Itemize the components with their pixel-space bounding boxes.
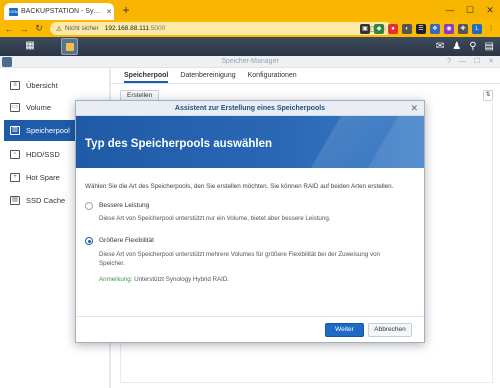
extension-icon[interactable]: ▣ [360, 23, 370, 34]
tab-data-scrubbing[interactable]: Datenbereinigung [180, 68, 235, 83]
tab-close-icon[interactable]: ✕ [104, 8, 114, 16]
radio-higher-flexibility[interactable] [85, 237, 93, 245]
extension-icon[interactable]: ◆ [374, 23, 384, 34]
extension-icon[interactable]: ● [388, 23, 398, 34]
minimize-icon[interactable]: — [459, 56, 466, 68]
cancel-button[interactable]: Abbrechen [368, 323, 412, 337]
storage-manager-glyph-icon [66, 43, 74, 51]
widgets-icon[interactable]: ▤ [485, 41, 494, 52]
sidebar-item-label: SSD Cache [26, 196, 66, 205]
option-better-performance-label[interactable]: Bessere Leistung [99, 202, 149, 209]
overview-icon: ≡ [10, 81, 20, 90]
reload-icon[interactable]: ↻ [33, 23, 45, 34]
insecure-label: Nicht sicher [64, 25, 99, 32]
minimize-button[interactable]: — [440, 0, 460, 20]
extension-icon[interactable]: ☰ [416, 23, 426, 34]
puzzle-icon[interactable]: ✚ [458, 23, 468, 34]
hdd-icon: ▫ [10, 150, 20, 159]
sidebar-item-label: Hot Spare [26, 173, 60, 182]
search-icon[interactable]: ⚲ [469, 41, 476, 52]
dsm-top-icons: ✉ ♟ ⚲ ▤ [436, 37, 494, 56]
menu-icon[interactable]: ⋮ [486, 24, 496, 34]
dsm-taskbar: ▦ ✉ ♟ ⚲ ▤ [0, 37, 500, 56]
maximize-button[interactable]: ☐ [460, 0, 480, 20]
note-text: Anmerkung: Unterstützt Synology Hybrid R… [99, 276, 229, 283]
sort-icon[interactable]: ⇅ [483, 90, 493, 101]
option-better-performance-desc: Diese Art von Speicherpool unterstützt n… [99, 215, 331, 222]
window-controls: — ☐ ✕ [440, 0, 500, 20]
tab-storage-pool[interactable]: Speicherpool [124, 68, 169, 83]
sidebar-item-label: Speicherpool [26, 126, 70, 135]
extension-icons: ▣ ◆ ● ◐ ☰ ❖ ◉ ✚ L ⋮ [360, 20, 496, 37]
url-port: :5000 [149, 25, 166, 32]
url-host: 192.168.88.111 [104, 25, 150, 32]
option-higher-flexibility-label[interactable]: Größere Flexibilität [99, 237, 154, 244]
sidebar-item-label: Übersicht [26, 81, 58, 90]
storage-manager-taskbar-icon[interactable] [61, 38, 78, 55]
sidebar-item-label: Volume [26, 103, 52, 112]
extension-icon[interactable]: ◉ [444, 23, 454, 34]
banner-decoration [264, 116, 424, 168]
window-titlebar: Speicher-Manager ? — ☐ ✕ [0, 56, 500, 68]
close-icon[interactable]: ✕ [410, 101, 418, 116]
dialog-description: Wählen Sie die Art des Speicherpools, de… [85, 183, 394, 190]
user-icon[interactable]: ♟ [452, 41, 461, 52]
dialog-banner: Typ des Speicherpools auswählen [76, 116, 424, 168]
notification-icon[interactable]: ✉ [436, 41, 444, 52]
tab-bar: Speicherpool Datenbereinigung Konfigurat… [111, 68, 500, 84]
forward-icon[interactable]: → [18, 24, 30, 34]
synology-favicon-icon: DSM [9, 7, 18, 16]
help-icon[interactable]: ? [447, 56, 451, 68]
extension-icon[interactable]: ❖ [430, 23, 440, 34]
radio-better-performance[interactable] [85, 202, 93, 210]
warning-icon[interactable]: ⚠ [56, 25, 62, 33]
browser-toolbar: ← → ↻ ⚠ Nicht sicher 192.168.88.111:5000… [0, 20, 500, 37]
next-button[interactable]: Weiter [325, 323, 364, 337]
dialog-title: Assistent zur Erstellung eines Speicherp… [174, 105, 326, 112]
sidebar-item-label: HDD/SSD [26, 150, 60, 159]
close-icon[interactable]: ✕ [488, 56, 494, 68]
app-window-controls: ? — ☐ ✕ [447, 56, 494, 68]
back-icon[interactable]: ← [3, 24, 15, 34]
browser-tab-title: BACKUPSTATION - Synology DiskStation [21, 8, 104, 15]
extension-icon[interactable]: ◐ [402, 23, 412, 34]
option-higher-flexibility-desc: Diese Art von Speicherpool unterstützt m… [99, 251, 380, 268]
close-window-button[interactable]: ✕ [480, 0, 500, 20]
address-bar[interactable]: ⚠ Nicht sicher 192.168.88.111:5000 ◳ ☆ [50, 22, 392, 35]
hot-spare-icon: + [10, 173, 20, 182]
note-label: Anmerkung: [99, 276, 133, 283]
sidebar-item-overview[interactable]: ≡ Übersicht [4, 75, 106, 96]
new-tab-button[interactable]: + [120, 3, 132, 17]
browser-tab[interactable]: DSM BACKUPSTATION - Synology DiskStation… [4, 3, 114, 20]
create-pool-wizard-dialog: Assistent zur Erstellung eines Speicherp… [75, 100, 425, 343]
ssd-cache-icon: ▤ [10, 196, 20, 205]
dialog-heading: Typ des Speicherpools auswählen [85, 138, 273, 150]
note-body: Unterstützt Synology Hybrid RAID. [132, 276, 230, 283]
browser-tabbar: DSM BACKUPSTATION - Synology DiskStation… [0, 0, 500, 20]
maximize-icon[interactable]: ☐ [474, 56, 480, 68]
dialog-titlebar: Assistent zur Erstellung eines Speicherp… [76, 101, 424, 116]
main-menu-icon[interactable]: ▦ [24, 40, 36, 52]
dialog-footer [76, 316, 424, 317]
volume-icon: ▭ [10, 103, 20, 112]
storage-pool-icon: ▥ [10, 126, 20, 135]
window-title: Speicher-Manager [221, 58, 279, 65]
profile-avatar[interactable]: L [472, 23, 482, 34]
tab-configurations[interactable]: Konfigurationen [248, 68, 297, 83]
